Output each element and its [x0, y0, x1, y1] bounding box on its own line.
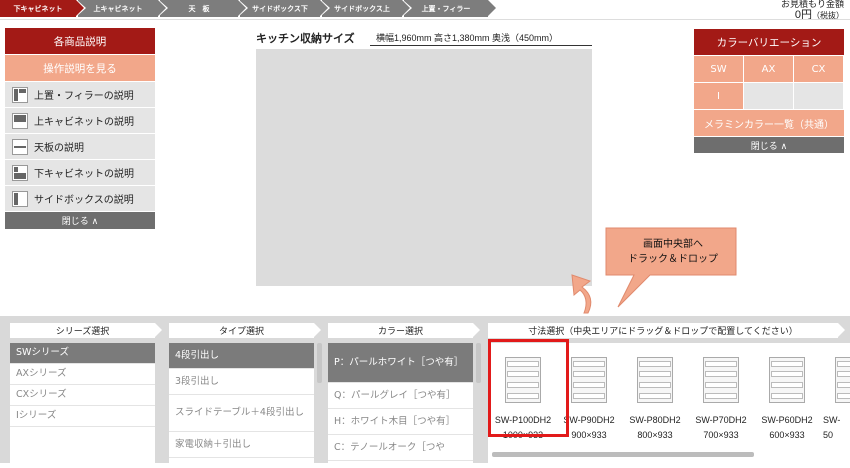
size-code: SW-	[823, 415, 841, 425]
step-countertop[interactable]: 天 板	[160, 0, 248, 17]
close-description-panel-button[interactable]: 閉じる ∧	[5, 211, 155, 229]
operation-guide-button[interactable]: 操作説明を見る	[5, 54, 155, 81]
color-variation-title: カラーバリエーション	[694, 29, 844, 55]
description-upper-cabinet[interactable]: 上キャビネットの説明	[5, 107, 155, 133]
drawer-cabinet-thumbnail	[835, 357, 850, 403]
countertop-icon	[12, 138, 28, 155]
canvas-title: キッチン収納サイズ	[256, 33, 355, 45]
series-option-i[interactable]: Iシリーズ	[10, 406, 155, 427]
header-divider	[0, 19, 850, 20]
lower-cabinet-icon	[12, 164, 28, 181]
selected-size-highlight	[488, 339, 569, 437]
size-header: 寸法選択（中央エリアにドラッグ＆ドロップで配置してください）	[488, 323, 845, 338]
drawer-cabinet-thumbnail	[769, 357, 805, 403]
step-side-box-upper[interactable]: サイドボックス上	[322, 0, 412, 17]
series-option-sw[interactable]: SWシリーズ	[10, 343, 155, 364]
color-cx-button[interactable]: CX	[794, 55, 844, 82]
type-header-label: タイプ選択	[218, 327, 264, 337]
type-option[interactable]: スライドテーブル＋4段引出し	[169, 395, 314, 432]
series-list: SWシリーズ AXシリーズ CXシリーズ Iシリーズ	[10, 343, 155, 463]
drawer-cabinet-thumbnail	[571, 357, 607, 403]
description-lower-cabinet[interactable]: 下キャビネットの説明	[5, 159, 155, 185]
size-list-scrollbar[interactable]	[492, 452, 754, 457]
size-dimensions: 700×933	[703, 430, 739, 440]
step-label: 下キャビネット	[13, 4, 63, 13]
type-header: タイプ選択	[169, 323, 321, 338]
size-item[interactable]: SW-P60DH2 600×933	[757, 357, 817, 447]
color-option[interactable]: Q：パールグレイ［つや有］	[328, 383, 473, 409]
color-sw-button[interactable]: SW	[694, 55, 744, 82]
product-description-title: 各商品説明	[5, 28, 155, 54]
size-code: SW-P70DH2	[695, 415, 747, 425]
step-navigation: 下キャビネット 上キャビネット 天 板 サイドボックス下 サイドボックス上 上置…	[0, 0, 500, 17]
canvas-dimensions: 横幅1,960mm 高さ1,380mm 奥浅（450mm）	[376, 33, 559, 43]
series-option-ax[interactable]: AXシリーズ	[10, 364, 155, 385]
color-option[interactable]: H：ホワイト木目［つや有］	[328, 409, 473, 435]
kitchen-storage-configurator: 下キャビネット 上キャビネット 天 板 サイドボックス下 サイドボックス上 上置…	[0, 0, 850, 468]
top-filler-icon	[12, 86, 28, 103]
callout-line: 画面中央部へ	[643, 239, 703, 250]
upper-cabinet-icon	[12, 112, 28, 129]
size-item[interactable]: SW- 50	[823, 357, 850, 447]
series-option-cx[interactable]: CXシリーズ	[10, 385, 155, 406]
size-dimensions: 600×933	[769, 430, 805, 440]
melamine-color-list-button[interactable]: メラミンカラー一覧（共通）	[694, 109, 844, 136]
type-option[interactable]: 4段引出し	[169, 343, 314, 369]
estimate-amount: 0円（税抜）	[781, 9, 844, 22]
color-list-scrollbar[interactable]	[476, 343, 481, 383]
color-header-label: カラー選択	[377, 327, 423, 337]
drawer-cabinet-thumbnail	[703, 357, 739, 403]
series-header-label: シリーズ選択	[55, 327, 110, 337]
size-dimensions: 800×933	[637, 430, 673, 440]
drawer-cabinet-thumbnail	[637, 357, 673, 403]
curved-arrow-icon	[571, 274, 592, 314]
color-empty-cell	[794, 82, 844, 109]
callout-text: 画面中央部へ ドラック＆ドロップ	[610, 237, 736, 267]
step-label: 上キャビネット	[93, 4, 143, 13]
color-variation-panel: カラーバリエーション SW AX CX I メラミンカラー一覧（共通） 閉じる …	[694, 29, 844, 153]
type-option[interactable]: 3段引出し	[169, 369, 314, 395]
product-description-panel: 各商品説明 操作説明を見る 上置・フィラーの説明 上キャビネットの説明 天板の説…	[5, 28, 155, 229]
step-label: 上置・フィラー	[421, 4, 471, 13]
callout-line: ドラック＆ドロップ	[628, 254, 718, 265]
step-label: 天 板	[188, 4, 210, 13]
size-item[interactable]: SW-P80DH2 800×933	[625, 357, 685, 447]
series-header: シリーズ選択	[10, 323, 162, 338]
description-label: サイドボックスの説明	[34, 195, 134, 206]
step-lower-cabinet[interactable]: 下キャビネット	[0, 0, 86, 17]
color-empty-cell	[744, 82, 794, 109]
description-countertop[interactable]: 天板の説明	[5, 133, 155, 159]
step-top-filler[interactable]: 上置・フィラー	[404, 0, 496, 17]
type-list-scrollbar[interactable]	[317, 343, 322, 383]
type-list: 4段引出し 3段引出し スライドテーブル＋4段引出し 家電収納＋引出し	[169, 343, 314, 463]
size-header-label: 寸法選択（中央エリアにドラッグ＆ドロップで配置してください）	[528, 327, 798, 337]
size-dimensions: 50	[823, 430, 834, 440]
side-box-icon	[12, 190, 28, 207]
color-list: P：パールホワイト［つや有］ Q：パールグレイ［つや有］ H：ホワイト木目［つや…	[328, 343, 473, 463]
description-label: 上キャビネットの説明	[34, 117, 134, 128]
layout-drop-area[interactable]	[256, 49, 592, 286]
close-color-panel-button[interactable]: 閉じる ∧	[694, 136, 844, 153]
step-upper-cabinet[interactable]: 上キャビネット	[78, 0, 168, 17]
description-label: 下キャビネットの説明	[34, 169, 134, 180]
color-grid: SW AX CX I	[694, 55, 844, 109]
step-side-box-lower[interactable]: サイドボックス下	[240, 0, 330, 17]
size-code: SW-P60DH2	[761, 415, 813, 425]
color-header: カラー選択	[328, 323, 480, 338]
color-ax-button[interactable]: AX	[744, 55, 794, 82]
description-top-filler[interactable]: 上置・フィラーの説明	[5, 81, 155, 107]
step-label: サイドボックス下	[252, 4, 308, 13]
color-option[interactable]: C：テノールオーク［つや	[328, 435, 473, 461]
description-label: 上置・フィラーの説明	[34, 91, 134, 102]
color-option[interactable]: P：パールホワイト［つや有］	[328, 343, 473, 383]
description-side-box[interactable]: サイドボックスの説明	[5, 185, 155, 211]
size-item[interactable]: SW-P70DH2 700×933	[691, 357, 751, 447]
dimensions-underline	[370, 45, 592, 46]
color-i-button[interactable]: I	[694, 82, 744, 109]
description-label: 天板の説明	[34, 143, 84, 154]
type-option[interactable]: 家電収納＋引出し	[169, 432, 314, 458]
step-label: サイドボックス上	[334, 4, 390, 13]
size-code: SW-P80DH2	[629, 415, 681, 425]
estimate-label: お見積もり金額	[780, 0, 844, 9]
